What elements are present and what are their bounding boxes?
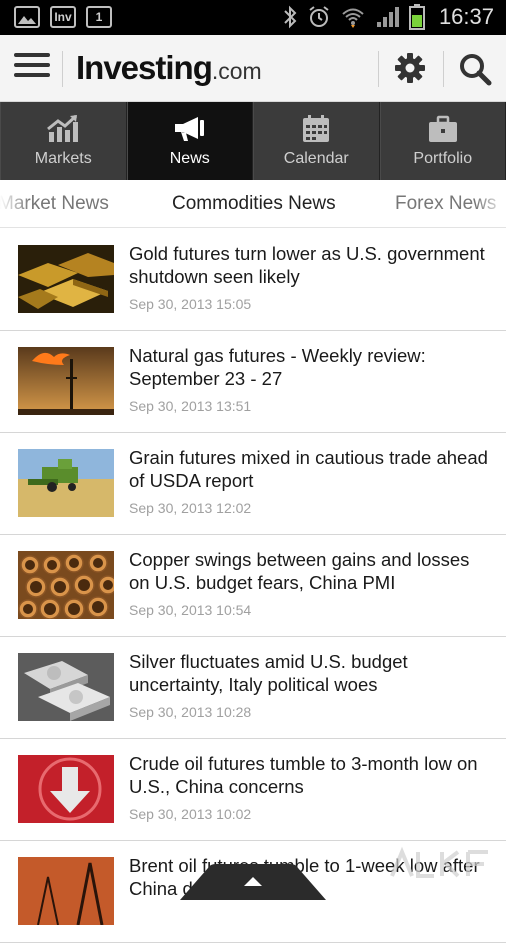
logo-main-text: Investing [76, 49, 212, 86]
wifi-icon [341, 5, 365, 29]
watermark [388, 844, 498, 892]
scroll-fade-left [0, 180, 30, 228]
oil-rig-sunset-thumbnail [18, 857, 114, 925]
search-icon[interactable] [458, 52, 492, 86]
tab-label: News [170, 150, 210, 168]
news-date: Sep 30, 2013 12:02 [129, 500, 251, 516]
briefcase-icon [427, 114, 459, 144]
divider [443, 51, 444, 87]
news-item[interactable]: Crude oil futures tumble to 3-month low … [0, 739, 506, 841]
tab-label: Calendar [284, 150, 349, 168]
signal-icon [375, 5, 399, 29]
gallery-icon [14, 6, 40, 28]
menu-icon-bar [14, 63, 50, 67]
investing-logo[interactable]: Investing.com [76, 49, 262, 87]
pull-up-handle[interactable] [180, 864, 326, 900]
news-title: Natural gas futures - Weekly review: Sep… [129, 344, 494, 390]
one-notification-icon: 1 [86, 6, 112, 28]
news-date: Sep 30, 2013 10:28 [129, 704, 251, 720]
news-date: Sep 30, 2013 10:02 [129, 806, 251, 822]
combine-harvester-thumbnail [18, 449, 114, 517]
status-bar: Inv 1 16:37 [0, 0, 506, 35]
gold-bars-thumbnail [18, 245, 114, 313]
tab-calendar[interactable]: Calendar [253, 102, 380, 180]
battery-icon [409, 4, 425, 30]
app-bar: Investing.com [0, 35, 506, 102]
alarm-icon [307, 5, 331, 29]
gas-flare-thumbnail [18, 347, 114, 415]
main-tabs: Markets News Calendar Portfolio [0, 102, 506, 180]
news-title: Gold futures turn lower as U.S. governme… [129, 242, 494, 288]
investing-app-icon: Inv [50, 6, 76, 28]
news-title: Grain futures mixed in cautious trade ah… [129, 446, 494, 492]
gear-icon[interactable] [394, 52, 426, 84]
news-list: Gold futures turn lower as U.S. governme… [0, 229, 506, 943]
tab-news[interactable]: News [127, 102, 254, 180]
news-title: Silver fluctuates amid U.S. budget uncer… [129, 650, 494, 696]
inv-label: Inv [54, 10, 71, 24]
menu-button[interactable] [14, 53, 50, 83]
tab-markets[interactable]: Markets [0, 102, 127, 180]
tab-label: Markets [35, 150, 92, 168]
tab-portfolio[interactable]: Portfolio [380, 102, 506, 180]
news-item[interactable]: Natural gas futures - Weekly review: Sep… [0, 331, 506, 433]
silver-bars-thumbnail [18, 653, 114, 721]
subtab-commodities-news[interactable]: Commodities News [172, 193, 336, 215]
news-title: Copper swings between gains and losses o… [129, 548, 494, 594]
red-down-arrow-thumbnail [18, 755, 114, 823]
clock: 16:37 [439, 4, 494, 30]
calendar-icon [301, 114, 331, 144]
megaphone-icon [172, 114, 208, 144]
news-date: Sep 30, 2013 13:51 [129, 398, 251, 414]
copper-pipes-thumbnail [18, 551, 114, 619]
one-label: 1 [96, 10, 103, 24]
logo-suffix-text: .com [212, 58, 262, 84]
menu-icon-bar [14, 53, 50, 57]
news-item[interactable]: Copper swings between gains and losses o… [0, 535, 506, 637]
menu-icon-bar [14, 73, 50, 77]
scroll-fade-right [476, 180, 506, 228]
tab-label: Portfolio [413, 150, 472, 168]
news-date: Sep 30, 2013 10:54 [129, 602, 251, 618]
news-category-tabs: Market News Commodities News Forex News [0, 180, 506, 228]
chart-up-icon [46, 114, 80, 144]
news-item[interactable]: Grain futures mixed in cautious trade ah… [0, 433, 506, 535]
news-item[interactable]: Gold futures turn lower as U.S. governme… [0, 229, 506, 331]
news-date: Sep 30, 2013 15:05 [129, 296, 251, 312]
divider [62, 51, 63, 87]
news-title: Crude oil futures tumble to 3-month low … [129, 752, 494, 798]
divider [378, 51, 379, 87]
bluetooth-icon [283, 5, 297, 29]
news-item[interactable]: Silver fluctuates amid U.S. budget uncer… [0, 637, 506, 739]
